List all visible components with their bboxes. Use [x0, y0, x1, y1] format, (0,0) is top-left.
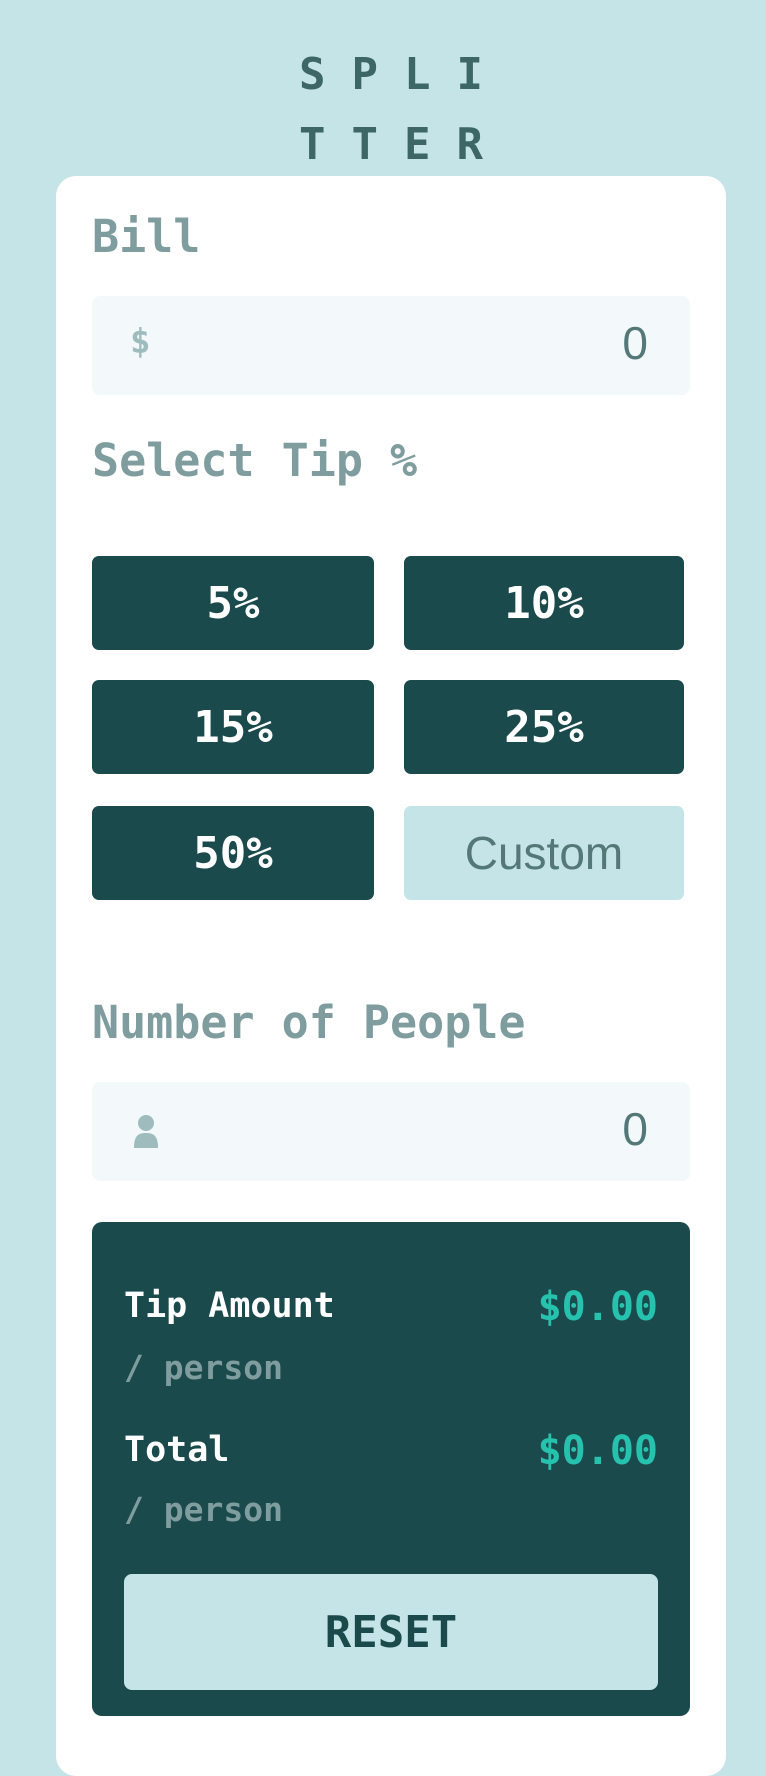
logo-line-1: SPLI — [299, 49, 509, 100]
tip-button-25[interactable]: 25% — [404, 680, 684, 774]
reset-button[interactable]: RESET — [124, 1574, 658, 1690]
tip-amount-value: $0.00 — [537, 1284, 658, 1330]
total-label: Total — [124, 1430, 230, 1470]
bill-label: Bill — [92, 210, 201, 263]
people-input[interactable]: 0 — [92, 1082, 690, 1181]
person-icon — [134, 1115, 158, 1148]
logo-line-2: TTER — [299, 119, 509, 170]
tip-amount-label: Tip Amount — [124, 1286, 335, 1326]
tip-button-15[interactable]: 15% — [92, 680, 374, 774]
number-of-people-label: Number of People — [92, 996, 526, 1049]
calculator-card: Bill $ 0 Select Tip % 5% 10% 15% 25% 50%… — [56, 176, 726, 1776]
tip-button-50[interactable]: 50% — [92, 806, 374, 900]
tip-button-5[interactable]: 5% — [92, 556, 374, 650]
bill-input[interactable]: $ 0 — [92, 296, 690, 395]
tip-button-10[interactable]: 10% — [404, 556, 684, 650]
dollar-icon: $ — [130, 322, 151, 362]
select-tip-label: Select Tip % — [92, 434, 418, 487]
total-per-person: / person — [124, 1490, 283, 1529]
tip-amount-per-person: / person — [124, 1348, 283, 1387]
total-value: $0.00 — [537, 1428, 658, 1474]
bill-value: 0 — [622, 317, 648, 369]
people-value: 0 — [622, 1103, 648, 1155]
custom-tip-input[interactable]: Custom — [404, 806, 684, 900]
results-panel: Tip Amount / person $0.00 Total / person… — [92, 1222, 690, 1716]
